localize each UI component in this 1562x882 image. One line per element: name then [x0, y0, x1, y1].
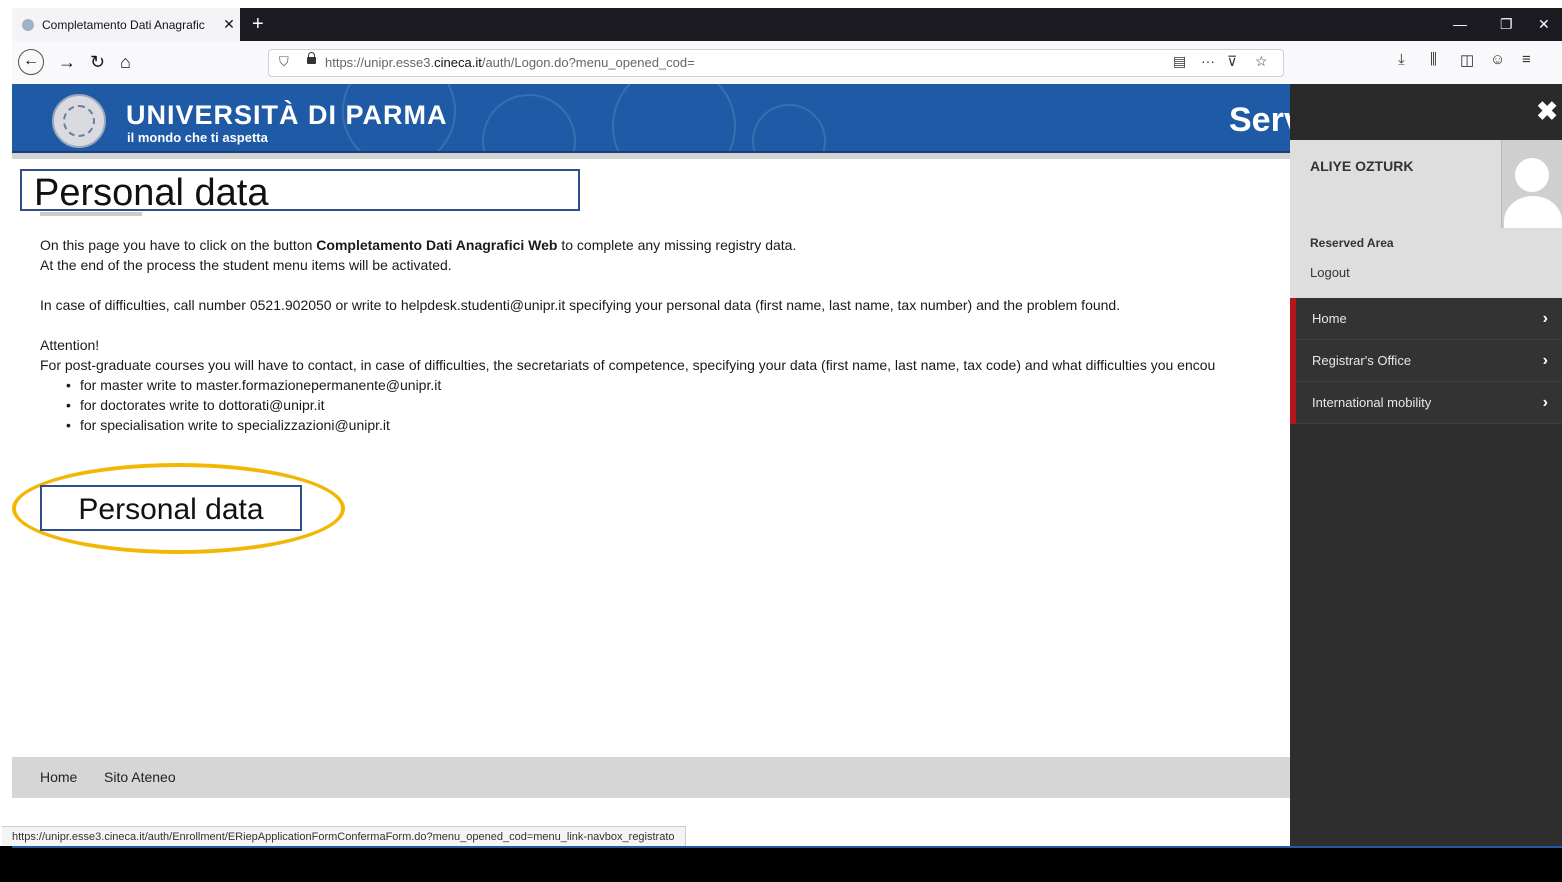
window-close-icon[interactable]: ✕	[1538, 8, 1550, 41]
university-logo[interactable]	[52, 94, 106, 148]
difficulties-text: In case of difficulties, call number 052…	[40, 297, 1121, 313]
university-name[interactable]: UNIVERSITÀ DI PARMA	[126, 100, 448, 131]
page-title: Personal data	[34, 172, 269, 214]
url-text[interactable]: https://unipr.esse3.cineca.it/auth/Logon…	[325, 55, 695, 70]
side-panel: ✖ ALIYE OZTURK Reserved Area Logout Home…	[1290, 84, 1562, 846]
list-item: for doctorates write to dottorati@unipr.…	[66, 395, 1215, 415]
postgrad-text: For post-graduate courses you will have …	[40, 357, 1216, 373]
bookmark-star-icon[interactable]: ☆	[1255, 53, 1268, 70]
chevron-right-icon: ›	[1542, 310, 1548, 327]
activation-text: At the end of the process the student me…	[40, 257, 452, 273]
list-item: for specialisation write to specializzaz…	[66, 415, 1215, 435]
library-icon[interactable]: ⫼	[1430, 51, 1437, 68]
contact-list: for master write to master.formazioneper…	[40, 375, 1215, 435]
close-panel-icon[interactable]: ✖	[1536, 96, 1558, 127]
browser-tab[interactable]: Completamento Dati Anagrafic ✕	[12, 8, 240, 41]
reserved-area-label: Reserved Area	[1310, 236, 1394, 250]
reload-icon[interactable]: ↻	[90, 50, 105, 74]
avatar	[1501, 140, 1562, 228]
browser-status-url: https://unipr.esse3.cineca.it/auth/Enrol…	[2, 826, 686, 848]
services-title: Serv	[1229, 101, 1290, 139]
menu-item-international-mobility[interactable]: International mobility ›	[1290, 382, 1562, 424]
intro-text: On this page you have to click on the bu…	[40, 237, 797, 253]
user-box: ALIYE OZTURK Reserved Area Logout	[1290, 140, 1562, 298]
footer-link-home[interactable]: Home	[40, 769, 77, 785]
lock-icon[interactable]	[307, 52, 316, 64]
account-icon[interactable]: ☺	[1490, 51, 1505, 68]
menu-item-home[interactable]: Home ›	[1290, 298, 1562, 340]
page-actions-icon[interactable]: ···	[1201, 53, 1215, 69]
footer: Home Sito Ateneo	[12, 757, 1290, 798]
browser-toolbar: ← → ↻ ⌂ ⛉ https://unipr.esse3.cineca.it/…	[12, 41, 1562, 85]
tab-title: Completamento Dati Anagrafic	[42, 17, 205, 32]
reader-view-icon[interactable]: ▤	[1173, 53, 1186, 70]
header-band	[12, 153, 1290, 159]
taskbar-area	[0, 846, 1562, 882]
chevron-right-icon: ›	[1542, 394, 1548, 411]
back-arrow-icon[interactable]: ←	[18, 49, 44, 75]
minimize-icon[interactable]: —	[1453, 8, 1467, 41]
site-header: UNIVERSITÀ DI PARMA il mondo che ti aspe…	[12, 84, 1290, 153]
footer-link-sito-ateneo[interactable]: Sito Ateneo	[104, 769, 176, 785]
new-tab-button[interactable]: +	[252, 11, 264, 37]
forward-arrow-icon[interactable]: →	[58, 50, 76, 74]
menu-item-registrars-office[interactable]: Registrar's Office ›	[1290, 340, 1562, 382]
logout-link[interactable]: Logout	[1310, 265, 1350, 280]
instructions: On this page you have to click on the bu…	[40, 235, 1215, 435]
restore-icon[interactable]: ❐	[1500, 8, 1513, 41]
address-bar[interactable]: ⛉ https://unipr.esse3.cineca.it/auth/Log…	[268, 49, 1284, 77]
user-name: ALIYE OZTURK	[1310, 158, 1414, 174]
home-icon[interactable]: ⌂	[120, 50, 131, 74]
chevron-right-icon: ›	[1542, 352, 1548, 369]
browser-tab-bar: Completamento Dati Anagrafic ✕ + — ❐ ✕	[12, 8, 1562, 41]
attention-text: Attention!	[40, 337, 100, 353]
sidebar-icon[interactable]: ◫	[1460, 51, 1474, 69]
tracking-shield-icon[interactable]: ⛉	[279, 54, 289, 70]
page-title-highlight: Personal data	[20, 169, 580, 214]
pocket-icon[interactable]: ⊽	[1227, 53, 1237, 70]
university-tagline: il mondo che ti aspetta	[127, 130, 268, 145]
list-item: for master write to master.formazioneper…	[66, 375, 1215, 395]
personal-data-button[interactable]: Personal data	[40, 485, 302, 531]
side-menu: Home › Registrar's Office › Internationa…	[1290, 298, 1562, 424]
tab-close-icon[interactable]: ✕	[218, 16, 240, 33]
menu-hamburger-icon[interactable]: ≡	[1522, 51, 1531, 68]
downloads-icon[interactable]: ⤓	[1398, 51, 1405, 68]
site-favicon-icon	[22, 18, 34, 31]
title-underline	[40, 212, 142, 216]
